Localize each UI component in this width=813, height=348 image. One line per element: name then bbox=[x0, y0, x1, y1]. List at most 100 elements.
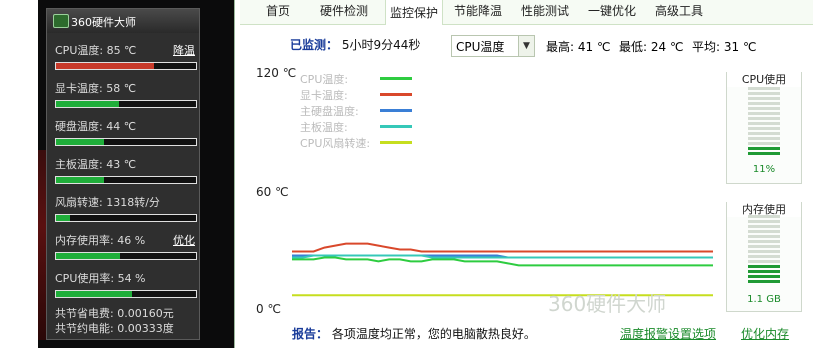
gauge-segment bbox=[748, 240, 780, 243]
temp-alarm-settings-link[interactable]: 温度报警设置选项 bbox=[620, 325, 716, 342]
tab-one-click-optimize[interactable]: 一键优化 bbox=[588, 0, 636, 22]
gauge-segment bbox=[748, 92, 780, 95]
elapsed-label: 已监测： bbox=[290, 38, 339, 52]
gauge-segment bbox=[748, 280, 780, 283]
gauge-segment bbox=[748, 215, 780, 218]
cpu-usage-gauge: CPU使用 11% bbox=[726, 71, 802, 184]
fan-speed-bar bbox=[55, 214, 197, 222]
tab-energy-cooling[interactable]: 节能降温 bbox=[454, 0, 502, 22]
gauge-segment bbox=[748, 152, 780, 155]
gpu-temp-bar-fill bbox=[56, 101, 119, 107]
memory-usage-gauge: 内存使用 1.1 GB bbox=[726, 201, 802, 312]
memory-usage-value: 1.1 GB bbox=[747, 294, 781, 305]
gauge-segment bbox=[748, 245, 780, 248]
legend-label: 主板温度: bbox=[300, 121, 348, 134]
legend-swatch bbox=[380, 109, 412, 112]
sensor-select-value: CPU温度 bbox=[456, 40, 505, 54]
sensor-select[interactable]: CPU温度 ▼ bbox=[451, 35, 535, 57]
gauge-segment bbox=[748, 132, 780, 135]
widget-title: 360硬件大师 bbox=[71, 16, 136, 29]
memory-usage-bar-fill bbox=[56, 253, 121, 259]
gauge-segment bbox=[748, 225, 780, 228]
board-temp-bar-fill bbox=[56, 177, 104, 183]
gpu-temp-label: 显卡温度: 58 ℃ bbox=[55, 82, 137, 95]
cpu-temp-action-link[interactable]: 降温 bbox=[173, 42, 195, 58]
optimize-memory-link[interactable]: 优化内存 bbox=[741, 325, 789, 342]
disk-temp-bar-fill bbox=[56, 139, 104, 145]
chevron-down-icon[interactable]: ▼ bbox=[518, 36, 534, 56]
gauge-segment bbox=[748, 220, 780, 223]
max-temp: 最高: 41 ℃ bbox=[546, 40, 611, 54]
legend-swatch bbox=[380, 93, 412, 96]
cpu-usage-bar bbox=[55, 290, 197, 298]
elapsed-value: 5小时9分44秒 bbox=[341, 38, 421, 52]
cpu-usage-meter bbox=[748, 87, 780, 155]
watermark: 360硬件大师 bbox=[548, 292, 667, 316]
gauge-segment bbox=[748, 235, 780, 238]
legend-label: 显卡温度: bbox=[300, 89, 348, 102]
gauge-segment bbox=[748, 127, 780, 130]
tab-monitor-protect[interactable]: 监控保护 bbox=[385, 0, 444, 25]
savings-energy: 共节约电能: 0.00333度 bbox=[55, 322, 174, 335]
legend-swatch bbox=[380, 141, 412, 144]
board-temp-label: 主板温度: 43 ℃ bbox=[55, 158, 137, 171]
report-label: 报告： bbox=[292, 327, 329, 341]
gauge-segment bbox=[748, 107, 780, 110]
gauge-segment bbox=[748, 147, 780, 150]
memory-usage-meter bbox=[748, 215, 780, 283]
tab-bar: 首页 硬件检测 监控保护 节能降温 性能测试 一键优化 高级工具 bbox=[240, 0, 813, 25]
memory-usage-action-link[interactable]: 优化 bbox=[173, 232, 195, 248]
series-line bbox=[292, 242, 713, 253]
legend-label: CPU温度: bbox=[300, 73, 349, 86]
tab-advanced-tools[interactable]: 高级工具 bbox=[655, 0, 703, 22]
cpu-usage-title: CPU使用 bbox=[727, 71, 801, 87]
gauge-segment bbox=[748, 112, 780, 115]
gauge-segment bbox=[748, 142, 780, 145]
gauge-segment bbox=[748, 230, 780, 233]
savings-money: 共节省电费: 0.00160元 bbox=[55, 307, 174, 320]
y-tick-label: 60 ℃ bbox=[256, 185, 289, 199]
tab-performance-test[interactable]: 性能测试 bbox=[521, 0, 569, 22]
cpu-temp-label: CPU温度: 85 ℃ bbox=[55, 44, 137, 57]
monitor-logo-icon bbox=[53, 14, 69, 28]
widget-titlebar[interactable]: 360硬件大师 bbox=[47, 9, 199, 33]
board-temp-bar bbox=[55, 176, 197, 184]
legend-label: CPU风扇转速: bbox=[300, 137, 371, 150]
tab-hardware-detect[interactable]: 硬件检测 bbox=[320, 0, 368, 22]
gpu-temp-bar bbox=[55, 100, 197, 108]
gauge-segment bbox=[748, 122, 780, 125]
gauge-segment bbox=[748, 265, 780, 268]
y-tick-label: 0 ℃ bbox=[256, 302, 281, 316]
avg-temp: 平均: 31 ℃ bbox=[692, 40, 757, 54]
gauge-segment bbox=[748, 270, 780, 273]
gauge-segment bbox=[748, 102, 780, 105]
gauge-segment bbox=[748, 275, 780, 278]
cpu-usage-value: 11% bbox=[752, 164, 776, 175]
disk-temp-label: 硬盘温度: 44 ℃ bbox=[55, 120, 137, 133]
tab-home[interactable]: 首页 bbox=[266, 0, 290, 22]
cpu-temp-bar bbox=[55, 62, 197, 70]
cpu-temp-bar-fill bbox=[56, 63, 154, 69]
min-temp: 最低: 24 ℃ bbox=[619, 40, 684, 54]
report-row: 报告： 各项温度均正常，您的电脑散热良好。 bbox=[292, 325, 536, 342]
gauge-segment bbox=[748, 97, 780, 100]
fan-speed-label: 风扇转速: 1318转/分 bbox=[55, 196, 160, 209]
hardware-monitor-widget[interactable]: 360硬件大师 CPU温度: 85 ℃ 降温显卡温度: 58 ℃ 硬盘温度: 44 … bbox=[46, 8, 200, 340]
gauge-segment bbox=[748, 250, 780, 253]
legend-label: 主硬盘温度: bbox=[300, 105, 359, 118]
gauge-segment bbox=[748, 260, 780, 263]
gauge-segment bbox=[748, 117, 780, 120]
monitor-status-row: 已监测： 5小时9分44秒 bbox=[290, 36, 420, 56]
gauge-segment bbox=[748, 87, 780, 90]
memory-usage-label: 内存使用率: 46 % bbox=[55, 234, 146, 247]
disk-temp-bar bbox=[55, 138, 197, 146]
memory-usage-bar bbox=[55, 252, 197, 260]
gauge-segment bbox=[748, 137, 780, 140]
cpu-usage-bar-fill bbox=[56, 291, 132, 297]
series-line bbox=[292, 256, 713, 267]
cpu-usage-label: CPU使用率: 54 % bbox=[55, 272, 146, 285]
legend-swatch bbox=[380, 125, 412, 128]
legend-swatch bbox=[380, 77, 412, 80]
gauge-segment bbox=[748, 255, 780, 258]
report-text: 各项温度均正常，您的电脑散热良好。 bbox=[331, 327, 536, 341]
